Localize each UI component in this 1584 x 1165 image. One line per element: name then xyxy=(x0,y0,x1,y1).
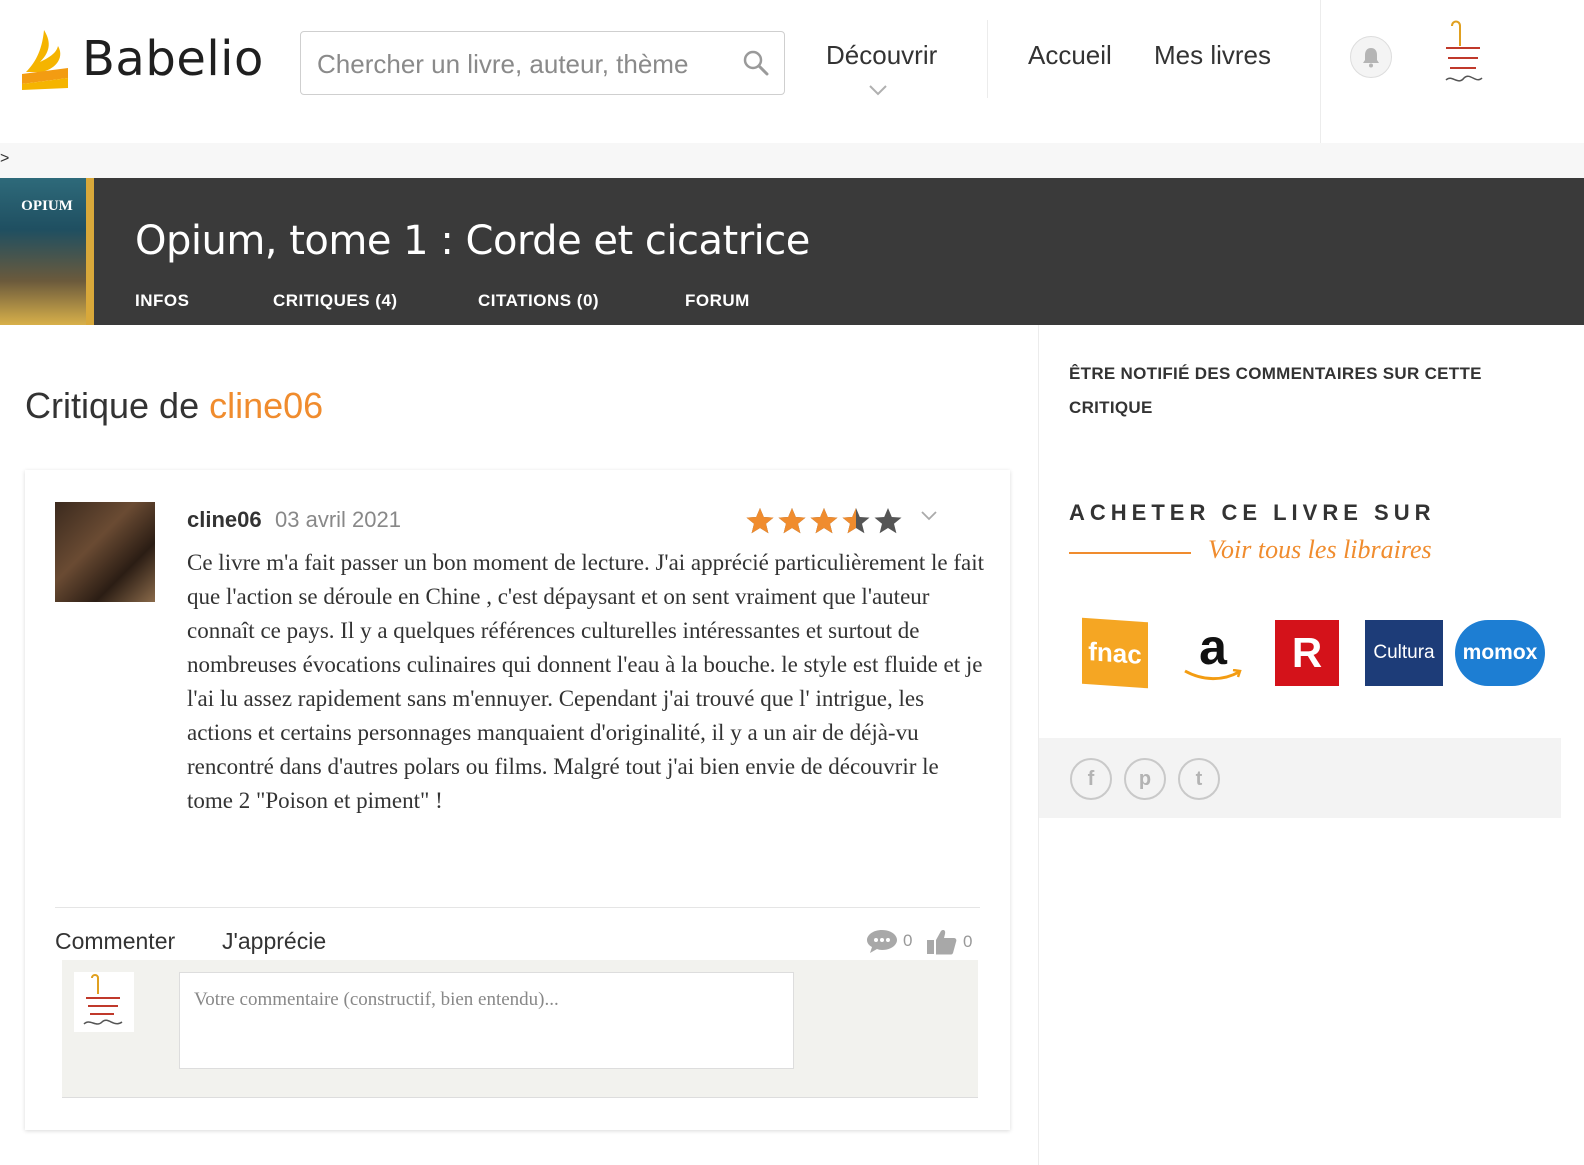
top-header: Babelio Découvrir Accueil Mes livres xyxy=(0,0,1584,143)
star-icon xyxy=(842,508,870,534)
book-header-band: OPIUM Opium, tome 1 : Corde et cicatrice… xyxy=(0,178,1584,325)
pinterest-icon: p xyxy=(1138,767,1152,790)
star-icon xyxy=(874,508,902,534)
cultura-logo: Cultura xyxy=(1373,642,1435,663)
nav-divider xyxy=(987,20,988,98)
babelio-logo[interactable]: Babelio xyxy=(18,24,264,94)
review-text: Ce livre m'a fait passer un bon moment d… xyxy=(187,550,984,813)
fnac-logo: fnac xyxy=(1088,635,1142,670)
speech-bubble-icon xyxy=(867,930,897,953)
shop-fnac[interactable]: fnac xyxy=(1082,617,1148,689)
momox-logo: momox xyxy=(1462,641,1538,664)
amazon-logo: a xyxy=(1199,619,1227,675)
comment-form xyxy=(62,960,978,1098)
divider xyxy=(55,907,980,908)
tab-critiques[interactable]: CRITIQUES (4) xyxy=(273,291,398,311)
chevron-down-icon[interactable] xyxy=(868,84,888,96)
user-avatar[interactable] xyxy=(1438,18,1488,92)
breadcrumb-bar xyxy=(0,143,1584,178)
critique-heading-prefix: Critique de xyxy=(25,385,210,426)
thumbs-up-icon xyxy=(927,930,957,955)
nav-divider xyxy=(1320,0,1321,143)
comment-input[interactable] xyxy=(179,972,794,1069)
comment-button[interactable]: Commenter xyxy=(55,928,175,955)
twitter-icon: t xyxy=(1195,767,1203,790)
review-card: cline06 03 avril 2021 Ce livre m'a fait … xyxy=(25,470,1010,1130)
search-box[interactable] xyxy=(300,31,785,96)
chevron-down-icon[interactable] xyxy=(920,510,938,522)
comments-count-value: 0 xyxy=(903,931,913,950)
tab-forum[interactable]: FORUM xyxy=(685,291,750,311)
likes-count-value: 0 xyxy=(963,932,973,951)
buy-title: ACHETER CE LIVRE SUR xyxy=(1069,500,1436,525)
shop-rakuten[interactable]: R xyxy=(1275,620,1339,686)
comments-count[interactable]: 0 xyxy=(865,928,912,954)
review-date: 03 avril 2021 xyxy=(275,507,401,532)
shop-cultura[interactable]: Cultura xyxy=(1365,620,1443,686)
search-icon[interactable] xyxy=(742,49,770,77)
nav-home[interactable]: Accueil xyxy=(1028,40,1112,71)
twitter-share-button[interactable]: t xyxy=(1178,758,1220,800)
shop-amazon[interactable]: a xyxy=(1178,620,1248,686)
critique-heading-user[interactable]: cline06 xyxy=(209,385,323,426)
cover-title: OPIUM xyxy=(21,198,73,214)
bell-icon xyxy=(1363,48,1379,68)
facebook-icon: f xyxy=(1087,767,1095,790)
notify-comments-link[interactable]: ÊTRE NOTIFIÉ DES COMMENTAIRES SUR CETTE … xyxy=(1069,357,1499,425)
facebook-share-button[interactable]: f xyxy=(1070,758,1112,800)
nav-my-books[interactable]: Mes livres xyxy=(1154,40,1271,71)
logo-text: Babelio xyxy=(82,31,264,87)
amazon-smile-icon xyxy=(1184,669,1242,681)
critique-heading: Critique de cline06 xyxy=(25,385,323,427)
book-title: Opium, tome 1 : Corde et cicatrice xyxy=(135,218,810,264)
babelio-logo-icon xyxy=(22,30,68,90)
star-icon xyxy=(746,508,774,534)
likes-count[interactable]: 0 xyxy=(925,928,972,956)
star-icon xyxy=(810,508,838,534)
star-icon xyxy=(778,508,806,534)
shop-momox[interactable]: momox xyxy=(1455,620,1545,686)
like-button[interactable]: J'apprécie xyxy=(222,928,326,955)
search-input[interactable] xyxy=(315,32,739,96)
cover-spine xyxy=(86,178,94,325)
breadcrumb: > xyxy=(0,150,10,167)
rakuten-logo: R xyxy=(1291,629,1323,676)
tab-infos[interactable]: INFOS xyxy=(135,291,189,311)
tab-citations[interactable]: CITATIONS (0) xyxy=(478,291,599,311)
nav-discover[interactable]: Découvrir xyxy=(826,40,937,71)
reviewer-name[interactable]: cline06 xyxy=(187,507,262,533)
star-rating xyxy=(745,506,903,536)
notifications-button[interactable] xyxy=(1350,36,1392,78)
book-cover[interactable]: OPIUM xyxy=(0,178,94,325)
reviewer-avatar[interactable] xyxy=(55,502,155,602)
buy-underline xyxy=(1069,552,1191,554)
all-booksellers-link[interactable]: Voir tous les libraires xyxy=(1208,535,1432,565)
user-avatar xyxy=(74,972,134,1032)
pinterest-share-button[interactable]: p xyxy=(1124,758,1166,800)
share-bar: f p t xyxy=(1039,738,1561,818)
